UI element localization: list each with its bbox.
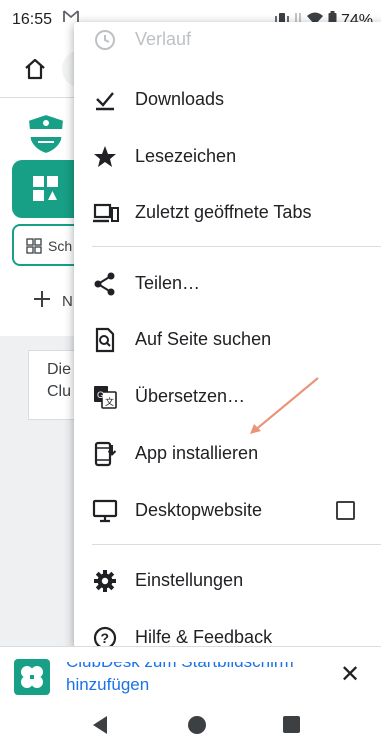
star-icon [92,144,118,170]
settings-gear-icon [92,568,118,594]
menu-label-translate: Übersetzen… [135,386,246,406]
overflow-menu: Verlauf Downloads Lesezeichen Zuletzt ge… [74,22,381,648]
menu-label-desktop-site: Desktopwebsite [135,500,263,520]
menu-label-bookmarks: Lesezeichen [135,146,237,166]
status-time: 16:55 [12,11,53,28]
help-icon: ? [92,625,118,648]
plus-icon[interactable] [32,288,52,316]
devices-icon [92,200,119,226]
menu-label-help: Hilfe & Feedback [135,627,273,647]
desktop-icon [92,498,118,524]
download-icon [92,87,118,113]
menu-label-recent-tabs: Zuletzt geöffnete Tabs [135,202,312,222]
menu-item-bookmarks[interactable]: Lesezeichen [74,131,381,181]
home-circle-icon[interactable] [188,716,206,734]
navigation-bar [0,704,381,740]
menu-item-desktop-site[interactable]: Desktopwebsite [74,485,381,535]
share-icon [92,271,118,297]
card-text-line1: Die [47,361,72,378]
grid-icon [31,174,61,204]
find-in-page-icon [92,327,118,353]
menu-item-history[interactable]: Verlauf [74,22,381,64]
home-icon[interactable] [22,56,48,82]
new-label[interactable]: N [62,293,73,310]
recents-icon[interactable] [283,716,300,733]
menu-label-install-app: App installieren [135,443,259,463]
menu-item-install-app[interactable]: App installieren [74,428,381,478]
history-icon [92,27,118,53]
svg-text:?: ? [101,630,110,646]
svg-text:G: G [97,390,104,400]
menu-label-settings: Einstellungen [135,570,244,590]
menu-label-downloads: Downloads [135,89,225,109]
menu-item-downloads[interactable]: Downloads [74,74,381,124]
menu-item-settings[interactable]: Einstellungen [74,555,381,605]
menu-label-share: Teilen… [135,273,201,293]
close-icon[interactable]: ✕ [340,663,360,687]
back-icon[interactable] [93,716,107,734]
menu-label-find-in-page: Auf Seite suchen [135,329,272,349]
desktop-site-checkbox[interactable] [336,501,355,520]
menu-label-history: Verlauf [135,29,192,49]
svg-text:文: 文 [105,396,114,407]
chip-label: Sch [48,238,73,254]
club-logo [24,112,68,156]
menu-item-share[interactable]: Teilen… [74,258,381,308]
card-text-line2: Clu [47,383,72,400]
menu-divider [92,246,381,247]
dashboard-icon [26,238,42,254]
menu-divider [92,544,381,545]
banner-text-line1: ClubDesk zum Startbildschirm [66,652,294,671]
menu-item-help[interactable]: ? Hilfe & Feedback [74,612,381,648]
install-app-icon [92,441,118,467]
menu-item-find-in-page[interactable]: Auf Seite suchen [74,314,381,364]
clover-icon [14,659,50,695]
banner-text-line2[interactable]: hinzufügen [66,675,149,695]
menu-item-translate[interactable]: G文 Übersetzen… [74,371,381,421]
add-to-homescreen-banner[interactable]: ClubDesk zum Startbildschirm hinzufügen … [0,646,381,704]
menu-item-recent-tabs[interactable]: Zuletzt geöffnete Tabs [74,187,381,237]
translate-icon: G文 [92,384,118,410]
